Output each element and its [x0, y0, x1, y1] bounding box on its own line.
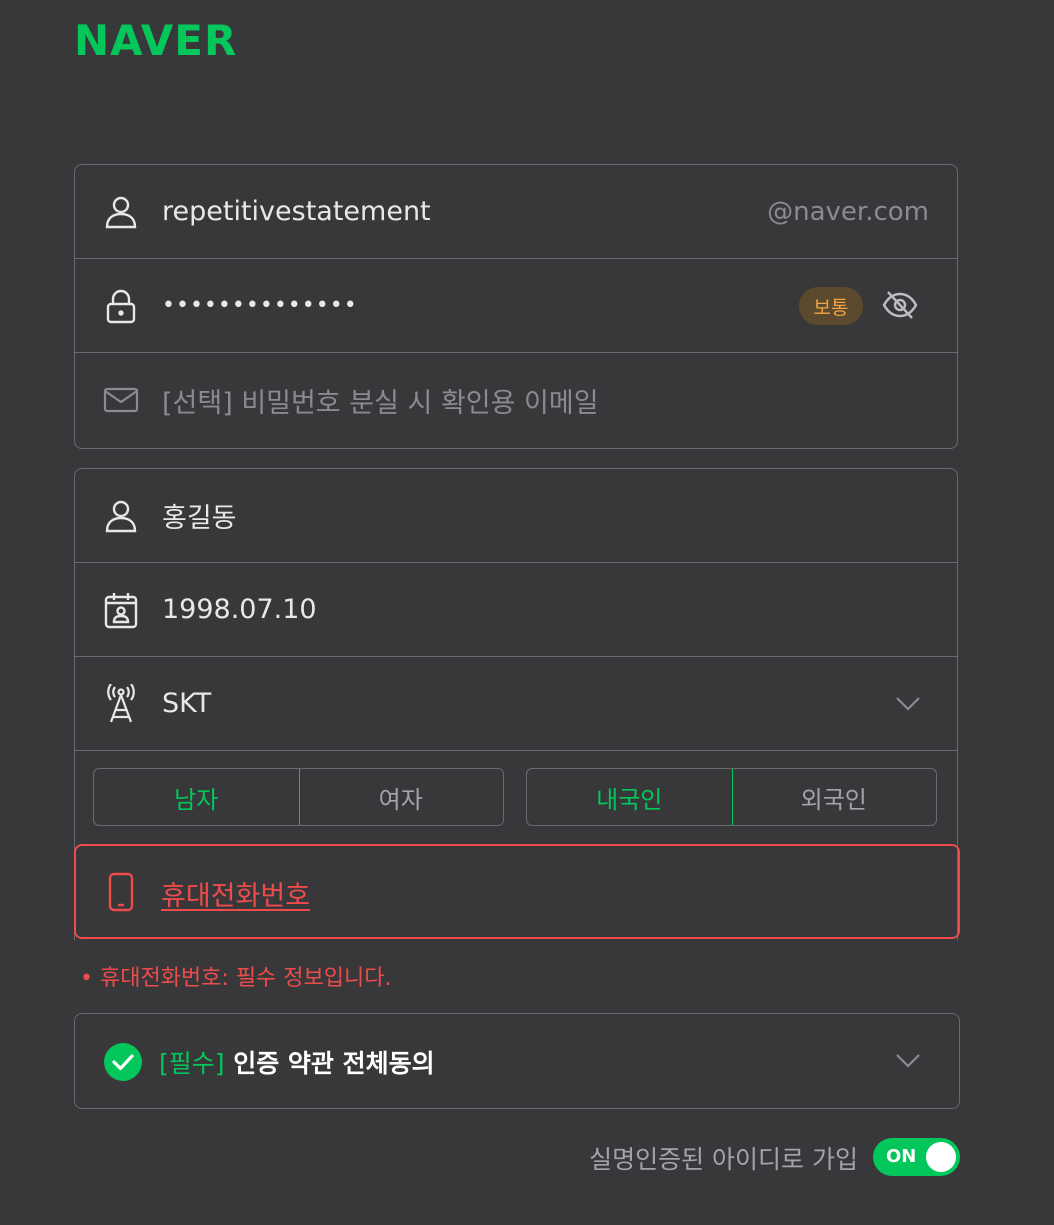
- account-fields: repetitivestatement @naver.com •••••••••…: [74, 164, 958, 449]
- carrier-value: SKT: [162, 688, 212, 719]
- antenna-icon: [103, 683, 139, 722]
- required-tag: [필수]: [159, 1049, 225, 1078]
- gender-segmented: 남자 여자: [93, 768, 504, 826]
- eye-slash-icon[interactable]: [881, 287, 919, 323]
- phone-field[interactable]: 휴대전화번호: [74, 844, 960, 939]
- gender-nationality-row: 남자 여자 내국인 외국인: [75, 751, 957, 845]
- birthdate-field[interactable]: 1998.07.10: [75, 563, 957, 657]
- name-field[interactable]: 홍길동: [75, 469, 957, 563]
- password-field[interactable]: •••••••••••••• 보통: [75, 259, 957, 353]
- toggle-on-label: ON: [886, 1146, 917, 1167]
- email-field[interactable]: [선택] 비밀번호 분실 시 확인용 이메일: [75, 353, 957, 447]
- gender-female-option[interactable]: 여자: [299, 769, 504, 825]
- id-domain-suffix: @naver.com: [767, 196, 929, 227]
- realname-label: 실명인증된 아이디로 가입: [589, 1145, 858, 1174]
- chevron-down-icon[interactable]: [895, 1053, 921, 1069]
- birthdate-value: 1998.07.10: [162, 594, 317, 625]
- phone-error-message: • 휴대전화번호: 필수 정보입니다.: [80, 966, 392, 991]
- mail-icon: [103, 382, 139, 418]
- lock-icon: [103, 288, 139, 324]
- chevron-down-icon: [895, 696, 921, 712]
- nationality-foreign-option[interactable]: 외국인: [732, 769, 937, 825]
- toggle-knob: [926, 1142, 956, 1172]
- carrier-select[interactable]: SKT: [75, 657, 957, 751]
- calendar-icon: [103, 592, 139, 628]
- email-placeholder: [선택] 비밀번호 분실 시 확인용 이메일: [162, 387, 599, 419]
- user-icon: [103, 498, 139, 534]
- password-masked: ••••••••••••••: [162, 293, 358, 318]
- realname-toggle[interactable]: ON: [873, 1138, 960, 1176]
- naver-logo: NAVER: [74, 16, 238, 65]
- phone-placeholder: 휴대전화번호: [161, 881, 311, 912]
- terms-text: 인증 약관 전체동의: [224, 1049, 435, 1078]
- terms-agreement-row[interactable]: [필수] 인증 약관 전체동의: [74, 1013, 960, 1109]
- id-value: repetitivestatement: [162, 196, 431, 227]
- gender-male-option[interactable]: 남자: [94, 769, 300, 825]
- mobile-phone-icon: [108, 872, 134, 912]
- password-strength-badge: 보통: [799, 287, 863, 325]
- user-icon: [103, 194, 139, 230]
- terms-label: [필수] 인증 약관 전체동의: [159, 1044, 435, 1080]
- check-circle-icon[interactable]: [103, 1042, 143, 1082]
- nationality-segmented: 내국인 외국인: [526, 768, 937, 826]
- id-field[interactable]: repetitivestatement @naver.com: [75, 165, 957, 259]
- name-value: 홍길동: [162, 503, 237, 534]
- nationality-domestic-option[interactable]: 내국인: [527, 769, 733, 825]
